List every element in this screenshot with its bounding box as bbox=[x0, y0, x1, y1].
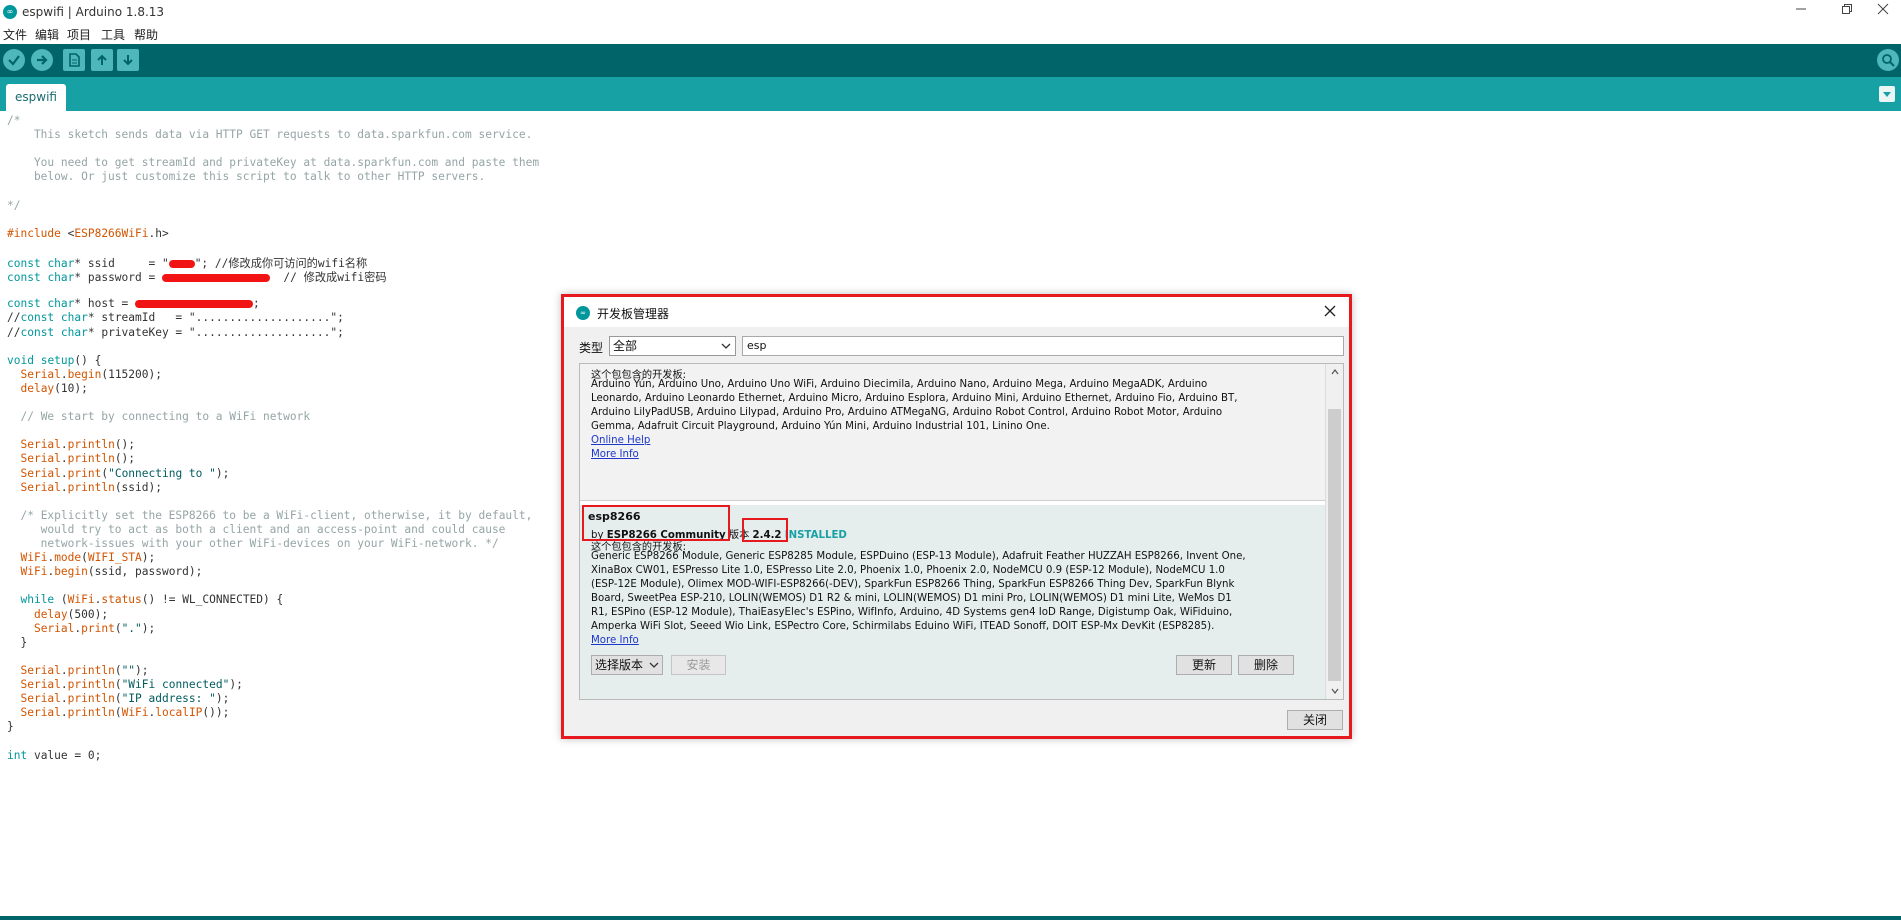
boards-list-line: R1, ESPino (ESP-12 Module), ThaiEasyElec… bbox=[591, 607, 1233, 618]
boards-list-line: Amperka WiFi Slot, Seeed Wio Link, ESPec… bbox=[591, 621, 1215, 632]
tab-menu-button[interactable] bbox=[1879, 86, 1895, 102]
code-line: #include <ESP8266WiFi.h> bbox=[7, 226, 169, 240]
search-input[interactable]: esp bbox=[742, 336, 1344, 356]
highlight-box bbox=[742, 518, 788, 542]
code-line: const char* password = // 修改成wifi密码 bbox=[7, 271, 387, 285]
menu-help[interactable]: 帮助 bbox=[134, 26, 158, 43]
toolbar bbox=[0, 44, 1901, 77]
arduino-ide-window: ∞ espwifi | Arduino 1.8.13 文件 编辑 项目 工具 帮… bbox=[0, 0, 1901, 920]
menu-tools[interactable]: 工具 bbox=[101, 26, 125, 43]
close-icon[interactable] bbox=[1321, 303, 1339, 321]
scrollbar-thumb[interactable] bbox=[1328, 409, 1341, 681]
open-icon bbox=[97, 54, 107, 65]
save-button[interactable] bbox=[117, 49, 139, 71]
menu-file[interactable]: 文件 bbox=[3, 26, 27, 43]
boards-list-line: Board, SweetPea ESP-210, LOLIN(WEMOS) D1… bbox=[591, 593, 1232, 604]
new-button[interactable] bbox=[63, 49, 85, 71]
online-help-link[interactable]: Online Help bbox=[591, 435, 650, 446]
menu-bar: 文件 编辑 项目 工具 帮助 bbox=[0, 24, 1901, 44]
code-line: Serial.println(WiFi.localIP()); bbox=[20, 706, 230, 720]
verify-icon bbox=[8, 55, 20, 66]
code-line: // We start by connecting to a WiFi netw… bbox=[20, 410, 311, 424]
menu-sketch[interactable]: 项目 bbox=[67, 26, 91, 43]
type-label: 类型 bbox=[579, 341, 604, 355]
dialog-title-bar: ∞ 开发板管理器 bbox=[564, 297, 1349, 327]
boards-list-line: (ESP-12E Module), Olimex MOD-WIFI-ESP826… bbox=[591, 579, 1235, 590]
remove-button[interactable]: 删除 bbox=[1238, 655, 1294, 675]
boards-list-line: Arduino LilyPadUSB, Arduino Lilypad, Ard… bbox=[591, 407, 1223, 418]
code-line: This sketch sends data via HTTP GET requ… bbox=[7, 128, 533, 142]
package-item-arduino[interactable]: 这个包包含的开发板: Arduino Yún, Arduino Uno, Ard… bbox=[580, 364, 1325, 501]
tab-espwifi[interactable]: espwifi bbox=[6, 84, 66, 111]
boards-list-line: Arduino Yún, Arduino Uno, Arduino Uno Wi… bbox=[591, 379, 1208, 390]
save-icon bbox=[123, 55, 133, 66]
code-line: int value = 0; bbox=[7, 748, 102, 762]
boards-list-line: Generic ESP8266 Module, Generic ESP8285 … bbox=[591, 551, 1246, 562]
close-window-icon[interactable] bbox=[1865, 2, 1901, 22]
menu-edit[interactable]: 编辑 bbox=[35, 26, 59, 43]
chevron-down-icon bbox=[649, 662, 659, 668]
new-icon bbox=[69, 53, 80, 67]
chevron-down-icon bbox=[721, 343, 731, 349]
restore-icon[interactable] bbox=[1829, 2, 1865, 22]
upload-icon bbox=[37, 55, 48, 65]
arduino-logo-icon: ∞ bbox=[3, 5, 17, 19]
scroll-down-icon[interactable] bbox=[1326, 683, 1343, 699]
boards-list-line: XinaBox CW01, ESPresso Lite 1.0, ESPress… bbox=[591, 565, 1225, 576]
upload-button[interactable] bbox=[31, 49, 53, 71]
open-button[interactable] bbox=[91, 49, 113, 71]
serial-monitor-icon bbox=[1882, 54, 1895, 67]
code-line: } bbox=[7, 720, 14, 734]
dialog-title: 开发板管理器 bbox=[597, 307, 670, 321]
code-line: Serial.println(ssid); bbox=[20, 480, 162, 494]
more-info-link[interactable]: More Info bbox=[591, 449, 639, 460]
code-line: //const char* privateKey = "............… bbox=[7, 325, 344, 339]
arduino-logo-icon: ∞ bbox=[576, 306, 590, 320]
minimize-icon[interactable] bbox=[1783, 2, 1819, 22]
package-item-esp8266[interactable]: esp8266 by ESP8266 Community 版本 2.4.2 IN… bbox=[580, 505, 1325, 699]
verify-button[interactable] bbox=[3, 49, 25, 71]
package-list: 这个包包含的开发板: Arduino Yún, Arduino Uno, Ard… bbox=[579, 363, 1344, 700]
version-select[interactable]: 选择版本 bbox=[591, 655, 663, 675]
type-select-value: 全部 bbox=[613, 339, 638, 353]
version-select-label: 选择版本 bbox=[595, 658, 644, 672]
boards-list-line: Gemma, Adafruit Circuit Playground, Ardu… bbox=[591, 421, 1050, 432]
more-info-link[interactable]: More Info bbox=[591, 635, 639, 646]
type-select[interactable]: 全部 bbox=[609, 336, 736, 356]
serial-monitor-button[interactable] bbox=[1877, 49, 1899, 71]
code-line: Serial.print("."); bbox=[33, 621, 156, 635]
chevron-down-icon bbox=[1883, 92, 1891, 97]
title-bar: ∞ espwifi | Arduino 1.8.13 bbox=[0, 0, 1901, 24]
highlight-box bbox=[582, 505, 730, 541]
installed-badge: INSTALLED bbox=[784, 530, 847, 541]
boards-list-line: Leonardo, Arduino Leonardo Ethernet, Ard… bbox=[591, 393, 1238, 404]
code-line: below. Or just customize this script to … bbox=[7, 170, 486, 184]
code-line: WiFi.begin(ssid, password); bbox=[20, 565, 203, 579]
status-bar bbox=[0, 916, 1901, 920]
code-line: } bbox=[7, 635, 28, 649]
code-line: */ bbox=[7, 198, 21, 212]
install-button[interactable]: 安装 bbox=[671, 655, 726, 675]
window-title: espwifi | Arduino 1.8.13 bbox=[22, 5, 165, 19]
close-dialog-button[interactable]: 关闭 bbox=[1287, 710, 1343, 730]
update-button[interactable]: 更新 bbox=[1176, 655, 1232, 675]
list-scrollbar[interactable] bbox=[1325, 364, 1343, 699]
boards-manager-dialog: ∞ 开发板管理器 类型 全部 esp 这个包包含的开发板: Arduino Yú… bbox=[561, 294, 1352, 739]
tabs-bar: espwifi bbox=[0, 77, 1901, 111]
code-line: delay(10); bbox=[20, 381, 88, 395]
scroll-up-icon[interactable] bbox=[1326, 364, 1343, 380]
